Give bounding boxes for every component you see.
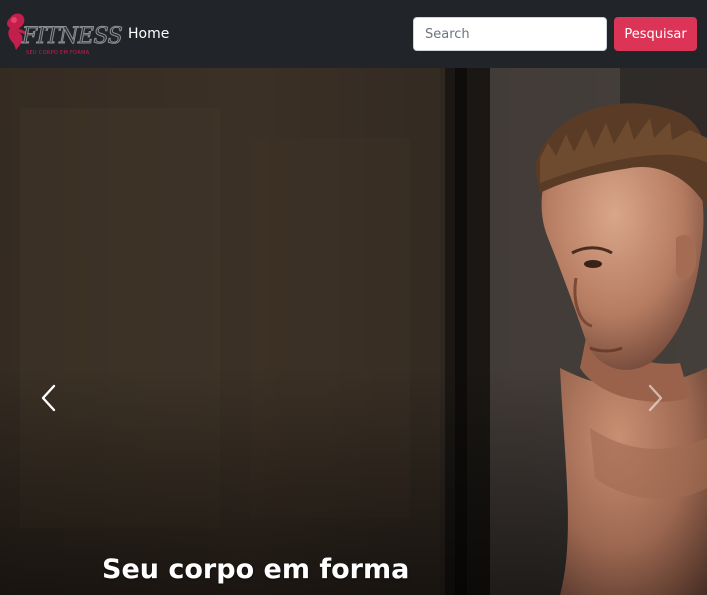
brand-logo[interactable]: FITNESS SEU CORPO EM FORMA [4, 10, 123, 60]
brand-name: FITNESS [21, 24, 123, 49]
carousel-next-button[interactable] [640, 378, 670, 418]
slide-image [0, 68, 707, 595]
carousel-prev-button[interactable] [34, 378, 64, 418]
search-button[interactable]: Pesquisar [614, 17, 697, 51]
chevron-right-icon [648, 384, 663, 412]
chevron-left-icon [41, 384, 56, 412]
search-input[interactable] [413, 17, 607, 51]
nav-link-home[interactable]: Home [128, 26, 169, 42]
slide-caption: Seu corpo em forma [102, 554, 410, 585]
hero-carousel: Seu corpo em forma [0, 68, 707, 595]
navbar: FITNESS SEU CORPO EM FORMA Home Pesquisa… [0, 0, 707, 68]
brand-tagline: SEU CORPO EM FORMA [26, 50, 90, 56]
